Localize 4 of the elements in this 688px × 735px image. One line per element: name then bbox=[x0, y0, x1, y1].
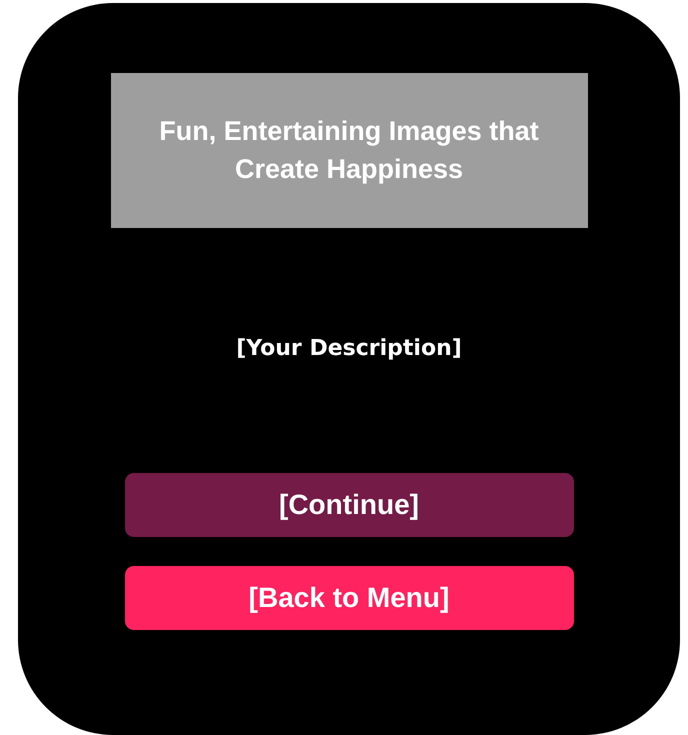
header-title: Fun, Entertaining Images that Create Happiness bbox=[158, 114, 540, 186]
description-text: [Your Description] bbox=[236, 336, 462, 363]
continue-button[interactable]: [Continue] bbox=[124, 473, 574, 537]
back-button[interactable]: [Back to Menu] bbox=[124, 566, 574, 630]
